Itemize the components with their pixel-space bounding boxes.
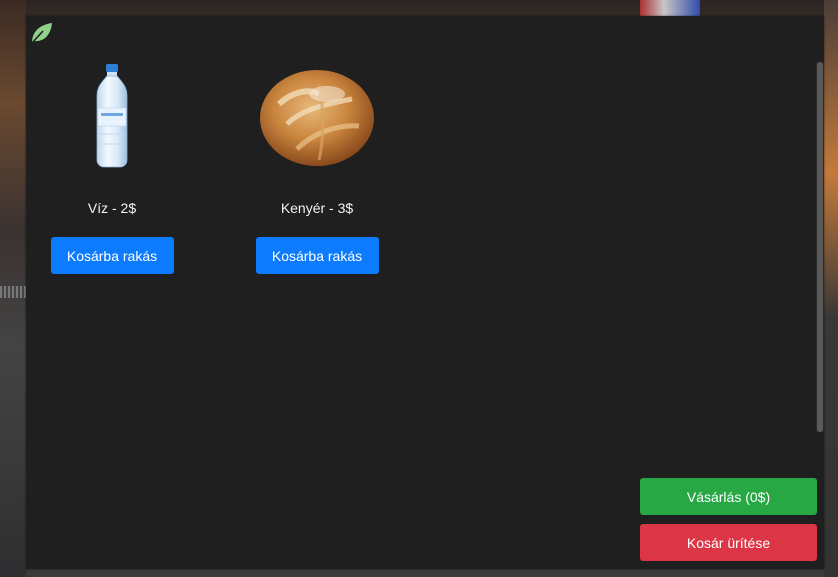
scrollbar[interactable] [816, 62, 824, 432]
scrollbar-thumb[interactable] [817, 62, 823, 432]
product-card-bread: Kenyér - 3$ Kosárba rakás [227, 56, 407, 274]
background-grate [0, 286, 26, 298]
product-name: Víz - 2$ [87, 200, 137, 216]
background-right-edge [824, 0, 838, 577]
water-bottle-icon [22, 56, 202, 176]
shop-panel: Víz - 2$ Kosárba rakás Kenyér - 3$ Kosár… [26, 16, 824, 569]
add-to-cart-button[interactable]: Kosárba rakás [255, 237, 379, 274]
buy-button[interactable]: Vásárlás (0$) [640, 478, 817, 515]
leaf-icon [28, 20, 54, 46]
product-card-water: Víz - 2$ Kosárba rakás [22, 56, 202, 274]
add-to-cart-button[interactable]: Kosárba rakás [50, 237, 174, 274]
bread-icon [227, 56, 407, 176]
clear-cart-button[interactable]: Kosár ürítése [640, 524, 817, 561]
product-name: Kenyér - 3$ [280, 200, 354, 216]
